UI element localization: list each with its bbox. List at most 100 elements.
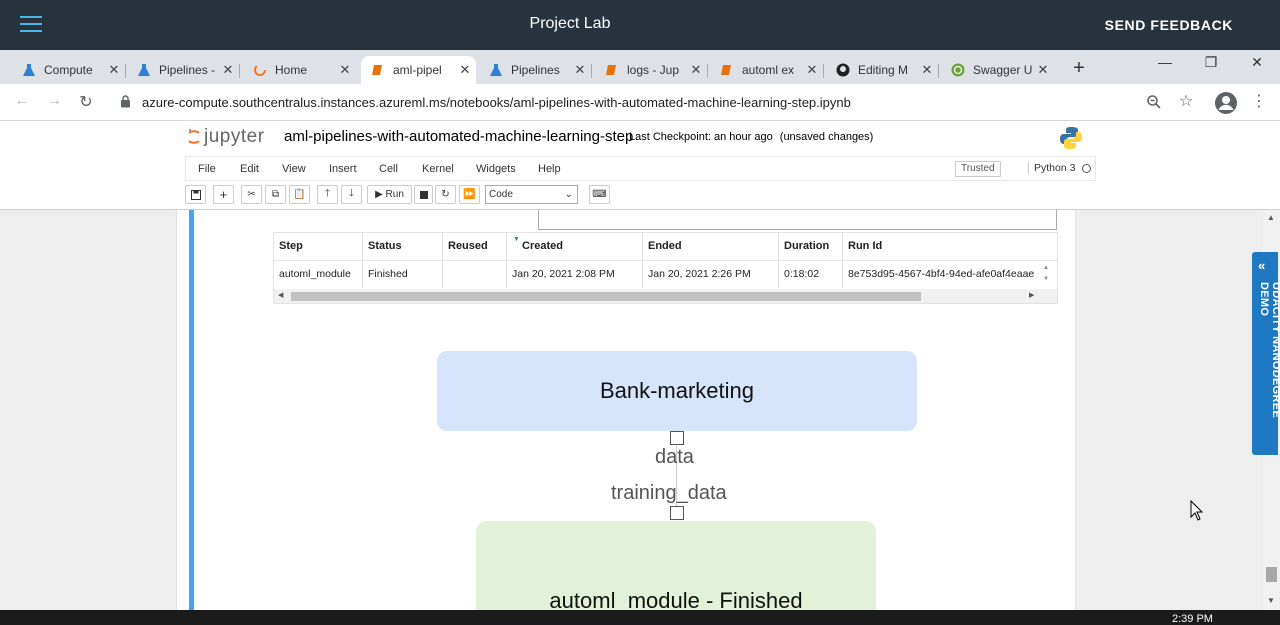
scroll-thumb[interactable]	[291, 292, 921, 301]
col-duration[interactable]: Duration	[779, 233, 843, 261]
browser-tab[interactable]: Editing M ✕	[826, 56, 939, 84]
input-port[interactable]	[670, 506, 684, 520]
run-button[interactable]: ▶ Run	[367, 185, 412, 204]
browser-tab[interactable]: Swagger U ✕	[941, 56, 1054, 84]
profile-avatar-icon[interactable]	[1214, 91, 1238, 115]
azure-flask-icon	[137, 63, 151, 77]
col-run-id[interactable]: Run Id	[843, 233, 1043, 261]
forward-icon[interactable]: →	[44, 92, 64, 110]
input-port-label: training_data	[611, 482, 727, 504]
restart-run-all-icon[interactable]: ⏩	[459, 185, 480, 204]
minimize-icon[interactable]: —	[1155, 54, 1175, 70]
close-window-icon[interactable]: ✕	[1247, 54, 1267, 71]
cell-run-id: 8e753d95-4567-4bf4-94ed-afe0af4eaae	[848, 268, 1035, 280]
menu-kernel[interactable]: Kernel	[422, 163, 454, 175]
github-icon	[836, 63, 850, 77]
jupyter-spinner-icon	[253, 63, 267, 77]
kernel-name[interactable]: Python 3	[1028, 162, 1075, 174]
azure-flask-icon	[489, 63, 503, 77]
trusted-badge[interactable]: Trusted	[955, 161, 1001, 177]
notebook-icon	[605, 63, 619, 77]
menu-file[interactable]: File	[198, 163, 216, 175]
bookmark-star-icon[interactable]: ☆	[1176, 91, 1196, 111]
send-feedback-button[interactable]: SEND FEEDBACK	[1105, 17, 1233, 33]
jupyter-header: jupyter aml-pipelines-with-automated-mac…	[0, 121, 1280, 210]
lab-header: Project Lab SEND FEEDBACK	[0, 0, 1280, 50]
browser-tab-active[interactable]: aml-pipel ✕	[361, 56, 476, 84]
copy-icon[interactable]: ⧉	[265, 185, 286, 204]
browser-tab[interactable]: automl ex ✕	[710, 56, 824, 84]
close-tab-icon[interactable]: ✕	[916, 62, 938, 78]
cell-created: Jan 20, 2021 2:08 PM	[507, 261, 643, 288]
selected-cell-indicator	[189, 210, 194, 610]
browser-tab[interactable]: Pipelines - ✕	[127, 56, 240, 84]
col-ended[interactable]: Ended	[643, 233, 779, 261]
col-reused[interactable]: Reused	[443, 233, 507, 261]
menu-cell[interactable]: Cell	[379, 163, 398, 175]
close-tab-icon[interactable]: ✕	[685, 62, 707, 78]
move-up-icon[interactable]: 🡑	[317, 185, 338, 204]
restore-icon[interactable]: ❐	[1201, 54, 1221, 71]
close-tab-icon[interactable]: ✕	[569, 62, 591, 78]
mouse-cursor-icon	[1190, 500, 1204, 521]
notebook-icon	[371, 63, 385, 77]
jupyter-logo[interactable]: jupyter	[187, 126, 265, 148]
cut-icon[interactable]: ✂	[241, 185, 262, 204]
save-icon[interactable]	[185, 185, 206, 204]
menu-insert[interactable]: Insert	[329, 163, 357, 175]
row-scroll-arrows-icon[interactable]: ▲ ▼	[1043, 263, 1049, 285]
cell-ended: Jan 20, 2021 2:26 PM	[643, 261, 779, 288]
insert-cell-icon[interactable]: +	[213, 185, 234, 204]
menu-view[interactable]: View	[282, 163, 306, 175]
close-tab-icon[interactable]: ✕	[217, 62, 239, 78]
double-chevron-left-icon: «	[1258, 258, 1266, 273]
col-status[interactable]: Status	[363, 233, 443, 261]
notebook-scroll-area[interactable]: Step Status Reused ▼ Created Ended Durati…	[0, 210, 1280, 610]
scroll-right-icon[interactable]: ▶	[1029, 291, 1034, 299]
udacity-side-panel-tab[interactable]: « UDACITY NANODEGREE DEMO	[1252, 252, 1280, 455]
os-taskbar: 2:39 PM	[0, 610, 1280, 625]
close-tab-icon[interactable]: ✕	[103, 62, 125, 78]
col-created[interactable]: ▼ Created	[507, 233, 643, 261]
close-tab-icon[interactable]: ✕	[334, 62, 356, 78]
menu-edit[interactable]: Edit	[240, 163, 259, 175]
more-menu-icon[interactable]: ⋮	[1249, 91, 1269, 111]
browser-tab[interactable]: Compute ✕	[12, 56, 126, 84]
cell-type-select[interactable]: Code ⌄	[485, 185, 578, 204]
scroll-left-icon[interactable]: ◀	[278, 291, 283, 299]
output-port[interactable]	[670, 431, 684, 445]
notebook-icon	[720, 63, 734, 77]
cell-output-textarea[interactable]	[538, 210, 1057, 230]
kernel-idle-icon	[1082, 164, 1091, 173]
lab-title: Project Lab	[529, 15, 611, 32]
jupyter-logo-icon	[188, 129, 200, 144]
back-icon[interactable]: ←	[12, 92, 32, 110]
col-step[interactable]: Step	[274, 233, 363, 261]
run-steps-table: Step Status Reused ▼ Created Ended Durati…	[273, 232, 1058, 304]
restart-icon[interactable]: ↻	[435, 185, 456, 204]
interrupt-icon[interactable]	[414, 185, 433, 204]
reload-icon[interactable]: ↻	[76, 92, 96, 112]
new-tab-icon[interactable]: +	[1069, 57, 1089, 80]
paste-icon[interactable]: 📋	[289, 185, 310, 204]
scroll-down-icon[interactable]: ▼	[1267, 596, 1275, 605]
zoom-icon[interactable]	[1146, 94, 1162, 110]
cell-reused	[443, 261, 507, 288]
source-node[interactable]: Bank-marketing	[437, 351, 917, 431]
browser-tab[interactable]: logs - Jup ✕	[595, 56, 708, 84]
close-tab-icon[interactable]: ✕	[454, 62, 476, 78]
page-scroll-thumb[interactable]	[1266, 567, 1277, 582]
notebook-name[interactable]: aml-pipelines-with-automated-machine-lea…	[284, 128, 633, 145]
move-down-icon[interactable]: 🡓	[341, 185, 362, 204]
table-horizontal-scrollbar[interactable]: ◀ ▶	[274, 289, 1057, 303]
browser-tab[interactable]: Pipelines ✕	[479, 56, 592, 84]
scroll-up-icon[interactable]: ▲	[1267, 213, 1275, 222]
close-tab-icon[interactable]: ✕	[801, 62, 823, 78]
menu-widgets[interactable]: Widgets	[476, 163, 516, 175]
url-field[interactable]: azure-compute.southcentralus.instances.a…	[142, 95, 851, 110]
step-node[interactable]: automl_module - Finished	[476, 521, 876, 610]
menu-help[interactable]: Help	[538, 163, 561, 175]
browser-tab[interactable]: Home ✕	[243, 56, 356, 84]
close-tab-icon[interactable]: ✕	[1032, 62, 1054, 78]
command-palette-icon[interactable]: ⌨	[589, 185, 610, 204]
